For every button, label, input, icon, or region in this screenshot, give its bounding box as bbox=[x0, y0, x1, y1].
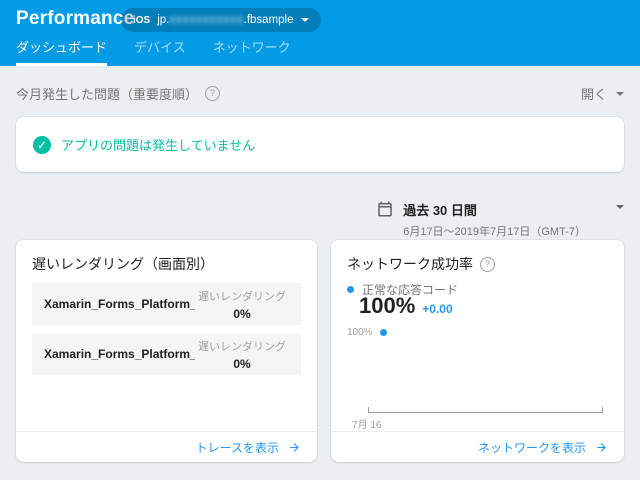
slow-rendering-card: 遅いレンダリング（画面別） Xamarin_Forms_Platform_iOS… bbox=[16, 240, 317, 462]
no-issues-card: ✓ アプリの問題は発生していません bbox=[16, 117, 624, 172]
app-selector-dropdown[interactable]: iOS jp. xxxxxxxxxxx .fbsample bbox=[121, 8, 321, 32]
app-header: Performance iOS jp. xxxxxxxxxxx .fbsampl… bbox=[0, 0, 640, 66]
chevron-down-icon bbox=[616, 91, 624, 96]
issues-section-header: 今月発生した問題（重要度順） ? 開く bbox=[16, 84, 624, 103]
view-traces-label: トレースを表示 bbox=[195, 440, 279, 455]
legend-dot-icon bbox=[347, 286, 354, 293]
y-axis-tick-label: 100% bbox=[347, 327, 373, 338]
slow-rendering-title-text: 遅いレンダリング（画面別） bbox=[32, 256, 214, 272]
app-id-censored: xxxxxxxxxxx bbox=[169, 14, 244, 26]
metric-value: 0% bbox=[233, 306, 251, 321]
view-network-label: ネットワークを表示 bbox=[477, 440, 586, 455]
view-network-link[interactable]: ネットワークを表示 bbox=[478, 439, 608, 456]
date-range-preset: 過去 30 日間 bbox=[403, 203, 477, 218]
slow-rendering-card-title: 遅いレンダリング（画面別） bbox=[32, 254, 214, 274]
metric-label: 遅いレンダリング bbox=[198, 340, 286, 353]
network-card-footer: ネットワークを表示 bbox=[331, 431, 624, 462]
app-id-prefix: jp. bbox=[157, 14, 170, 26]
view-traces-link[interactable]: トレースを表示 bbox=[196, 439, 301, 456]
slow-rendering-card-footer: トレースを表示 bbox=[16, 431, 317, 462]
tab-devices[interactable]: デバイス bbox=[134, 37, 186, 66]
chart-x-axis bbox=[368, 407, 603, 413]
tab-dashboard[interactable]: ダッシュボード bbox=[16, 37, 108, 66]
app-id-suffix: .fbsample bbox=[243, 14, 294, 26]
arrow-forward-icon bbox=[595, 441, 608, 454]
screen-metric: 遅いレンダリング 0% bbox=[195, 338, 289, 371]
screen-rendering-row[interactable]: Xamarin_Forms_Platform_iOS… 遅いレンダリング 0% bbox=[32, 333, 301, 375]
success-rate-delta: +0.00 bbox=[422, 302, 453, 316]
issues-expand-toggle[interactable]: 開く bbox=[581, 84, 624, 103]
app-id-label: jp. xxxxxxxxxxx .fbsample bbox=[157, 14, 293, 26]
network-card-title: ネットワーク成功率 ? bbox=[347, 254, 495, 274]
success-rate-value: 100% bbox=[359, 293, 416, 318]
arrow-forward-icon bbox=[288, 441, 301, 454]
metric-value: 0% bbox=[233, 356, 251, 371]
calendar-icon bbox=[376, 200, 394, 218]
data-point-dot bbox=[379, 329, 387, 336]
screen-rendering-row[interactable]: Xamarin_Forms_Platform_iOS… 遅いレンダリング 0% bbox=[32, 283, 301, 325]
no-issues-message: アプリの問題は発生していません bbox=[61, 138, 256, 153]
tab-bar: ダッシュボード デバイス ネットワーク bbox=[16, 37, 291, 66]
check-circle-icon: ✓ bbox=[33, 135, 51, 154]
current-value: 100% +0.00 bbox=[359, 293, 453, 319]
help-icon[interactable]: ? bbox=[205, 86, 221, 101]
chevron-down-icon bbox=[616, 205, 624, 209]
screen-name: Xamarin_Forms_Platform_iOS… bbox=[44, 347, 195, 361]
chevron-down-icon bbox=[300, 18, 309, 22]
issues-expand-label: 開く bbox=[580, 87, 607, 102]
performance-dashboard: Performance iOS jp. xxxxxxxxxxx .fbsampl… bbox=[0, 0, 640, 480]
date-range-labels: 過去 30 日間 6月17日～2019年7月17日（GMT-7） bbox=[403, 200, 586, 239]
screen-name: Xamarin_Forms_Platform_iOS… bbox=[44, 297, 195, 311]
network-success-card: ネットワーク成功率 ? 正常な応答コード 100% +0.00 100% 7月 … bbox=[331, 240, 624, 462]
issues-title-text: 今月発生した問題（重要度順） bbox=[16, 87, 199, 102]
date-range-detail: 6月17日～2019年7月17日（GMT-7） bbox=[403, 226, 586, 238]
screen-metric: 遅いレンダリング 0% bbox=[195, 288, 289, 321]
network-title-text: ネットワーク成功率 bbox=[347, 256, 473, 272]
metric-label: 遅いレンダリング bbox=[198, 290, 286, 303]
x-axis-tick-label: 7月 16 bbox=[352, 420, 382, 431]
platform-badge: iOS bbox=[133, 14, 151, 26]
help-icon[interactable]: ? bbox=[480, 256, 495, 272]
tab-network[interactable]: ネットワーク bbox=[213, 37, 291, 66]
chart-y-tick-row: 100% bbox=[347, 327, 387, 338]
date-range-selector[interactable]: 過去 30 日間 6月17日～2019年7月17日（GMT-7） bbox=[376, 200, 624, 239]
issues-section-title: 今月発生した問題（重要度順） ? bbox=[16, 84, 221, 103]
page-title: Performance bbox=[16, 8, 135, 29]
